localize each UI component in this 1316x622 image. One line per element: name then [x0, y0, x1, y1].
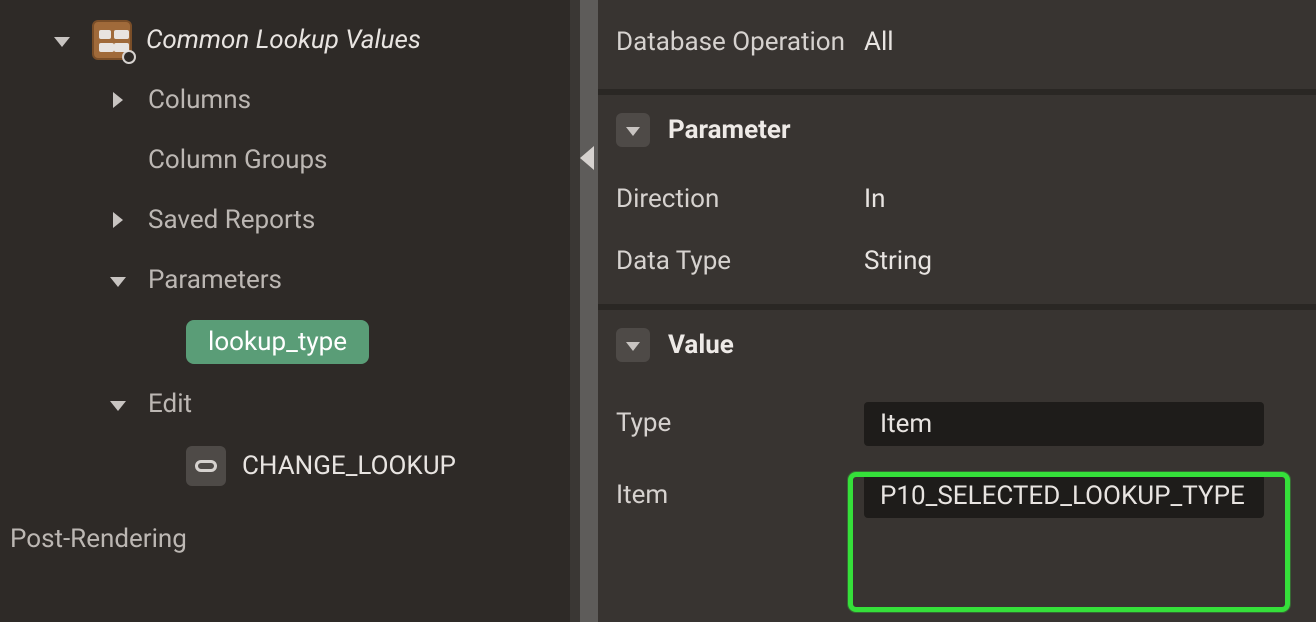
prop-row-database-operation: Database Operation All — [598, 8, 1316, 89]
spacer-icon — [106, 148, 130, 172]
saved-reports-label: Saved Reports — [148, 205, 315, 235]
chevron-down-icon[interactable] — [616, 113, 650, 147]
tree-node-saved-reports[interactable]: Saved Reports — [0, 190, 570, 250]
chevron-down-icon[interactable] — [106, 268, 130, 292]
data-type-label: Data Type — [616, 245, 864, 278]
type-label: Type — [616, 407, 864, 440]
chevron-right-icon[interactable] — [106, 88, 130, 112]
item-input[interactable]: P10_SELECTED_LOOKUP_TYPE — [864, 474, 1264, 518]
tree-node-column-groups[interactable]: Column Groups — [0, 130, 570, 190]
region-icon — [92, 20, 132, 60]
tree-node-columns[interactable]: Columns — [0, 70, 570, 130]
tree-node-parameter-item[interactable]: lookup_type — [0, 310, 570, 374]
prop-row-data-type: Data Type String — [598, 227, 1316, 304]
collapse-left-icon[interactable] — [580, 146, 594, 170]
prop-row-item: Item P10_SELECTED_LOOKUP_TYPE — [598, 458, 1316, 530]
group-title-parameter: Parameter — [668, 115, 790, 145]
data-type-value[interactable]: String — [864, 246, 932, 276]
item-label: Item — [616, 479, 864, 512]
tree-node-edit[interactable]: Edit — [0, 374, 570, 434]
region-label: Common Lookup Values — [146, 25, 421, 55]
prop-row-direction: Direction In — [598, 161, 1316, 228]
group-header-parameter[interactable]: Parameter — [598, 95, 1316, 161]
type-select[interactable]: Item — [864, 402, 1264, 446]
tree-node-parameters[interactable]: Parameters — [0, 250, 570, 310]
rendering-tree-panel: Common Lookup Values Columns Column Grou… — [0, 0, 570, 622]
database-operation-value[interactable]: All — [864, 27, 894, 57]
group-header-value[interactable]: Value — [598, 310, 1316, 376]
edit-label: Edit — [148, 389, 192, 419]
tree-node-region[interactable]: Common Lookup Values — [0, 10, 570, 70]
chevron-right-icon[interactable] — [106, 208, 130, 232]
database-operation-label: Database Operation — [616, 26, 864, 59]
button-icon — [186, 446, 226, 486]
chevron-down-icon[interactable] — [616, 328, 650, 362]
post-rendering-section[interactable]: Post-Rendering — [0, 524, 570, 554]
property-editor-panel: Database Operation All Parameter Directi… — [598, 0, 1316, 622]
group-title-value: Value — [668, 330, 734, 360]
direction-value[interactable]: In — [864, 184, 885, 214]
prop-row-type: Type Item — [598, 376, 1316, 458]
columns-label: Columns — [148, 85, 251, 115]
panel-splitter[interactable] — [570, 0, 598, 622]
column-groups-label: Column Groups — [148, 145, 327, 175]
direction-label: Direction — [616, 183, 864, 216]
tree-node-button[interactable]: CHANGE_LOOKUP — [0, 434, 570, 498]
parameter-pill[interactable]: lookup_type — [186, 320, 369, 364]
chevron-down-icon[interactable] — [106, 392, 130, 416]
chevron-down-icon[interactable] — [50, 28, 74, 52]
button-name-label: CHANGE_LOOKUP — [242, 451, 456, 481]
parameters-label: Parameters — [148, 265, 282, 295]
app-root: Common Lookup Values Columns Column Grou… — [0, 0, 1316, 622]
